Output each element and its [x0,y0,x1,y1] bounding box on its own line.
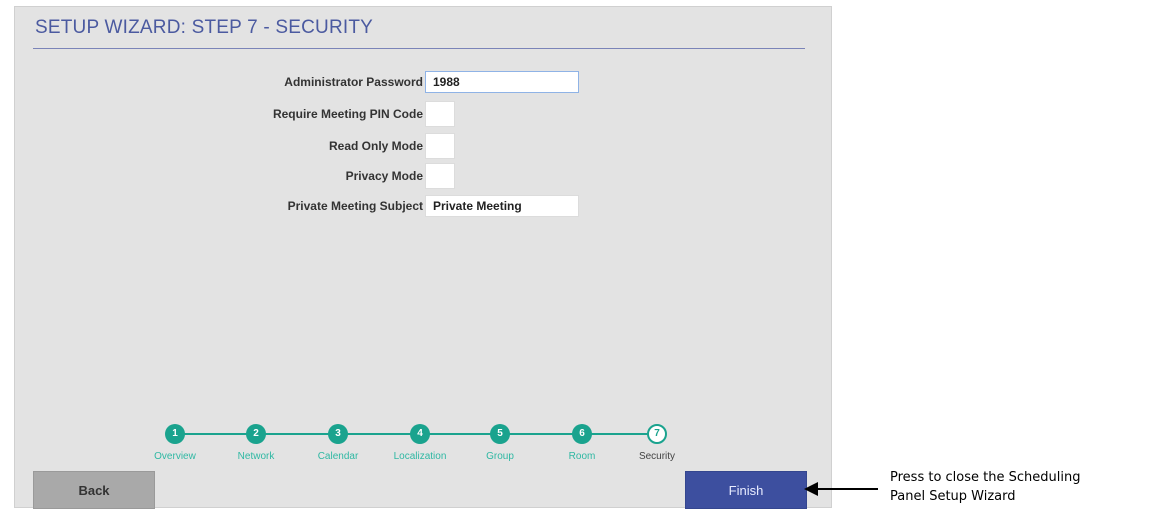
require-pin-checkbox[interactable] [425,101,455,127]
page-title: SETUP WIZARD: STEP 7 - SECURITY [35,17,374,38]
admin-password-input[interactable] [425,71,579,93]
step-4-label: Localization [393,451,447,462]
step-7-dot[interactable]: 7 [647,424,667,444]
privacy-checkbox[interactable] [425,163,455,189]
step-3-label: Calendar [317,451,359,462]
step-5-dot[interactable]: 5 [490,424,510,444]
callout-arrow-line [808,488,878,490]
step-3-dot[interactable]: 3 [328,424,348,444]
admin-password-label: Administrator Password [284,75,423,89]
private-subject-label: Private Meeting Subject [287,199,423,213]
setup-wizard-panel: SETUP WIZARD: STEP 7 - SECURITY Administ… [14,6,833,509]
callout-line-1: Press to close the Scheduling [890,470,1081,485]
private-subject-row: Private Meeting Subject [15,193,833,219]
admin-password-row: Administrator Password [15,69,833,95]
privacy-row: Privacy Mode [15,163,833,189]
wizard-stepper: 1 2 3 4 5 6 7 Overview Network Calendar … [15,419,833,469]
require-pin-row: Require Meeting PIN Code [15,101,833,127]
read-only-row: Read Only Mode [15,133,833,159]
require-pin-label: Require Meeting PIN Code [272,107,423,121]
title-divider [33,48,805,49]
step-7-label: Security [638,451,676,462]
step-2-label: Network [237,451,275,462]
step-5-label: Group [486,451,514,462]
step-6-label: Room [568,451,596,462]
step-2-dot[interactable]: 2 [246,424,266,444]
step-1-label: Overview [154,451,196,462]
privacy-label: Privacy Mode [345,169,423,183]
private-subject-input[interactable] [425,195,579,217]
back-button[interactable]: Back [33,471,155,509]
callout-line-2: Panel Setup Wizard [890,489,1016,504]
read-only-checkbox[interactable] [425,133,455,159]
read-only-label: Read Only Mode [328,139,423,153]
finish-button[interactable]: Finish [685,471,807,509]
finish-callout: Press to close the Scheduling Panel Setu… [890,468,1176,506]
step-1-dot[interactable]: 1 [165,424,185,444]
step-6-dot[interactable]: 6 [572,424,592,444]
step-4-dot[interactable]: 4 [410,424,430,444]
